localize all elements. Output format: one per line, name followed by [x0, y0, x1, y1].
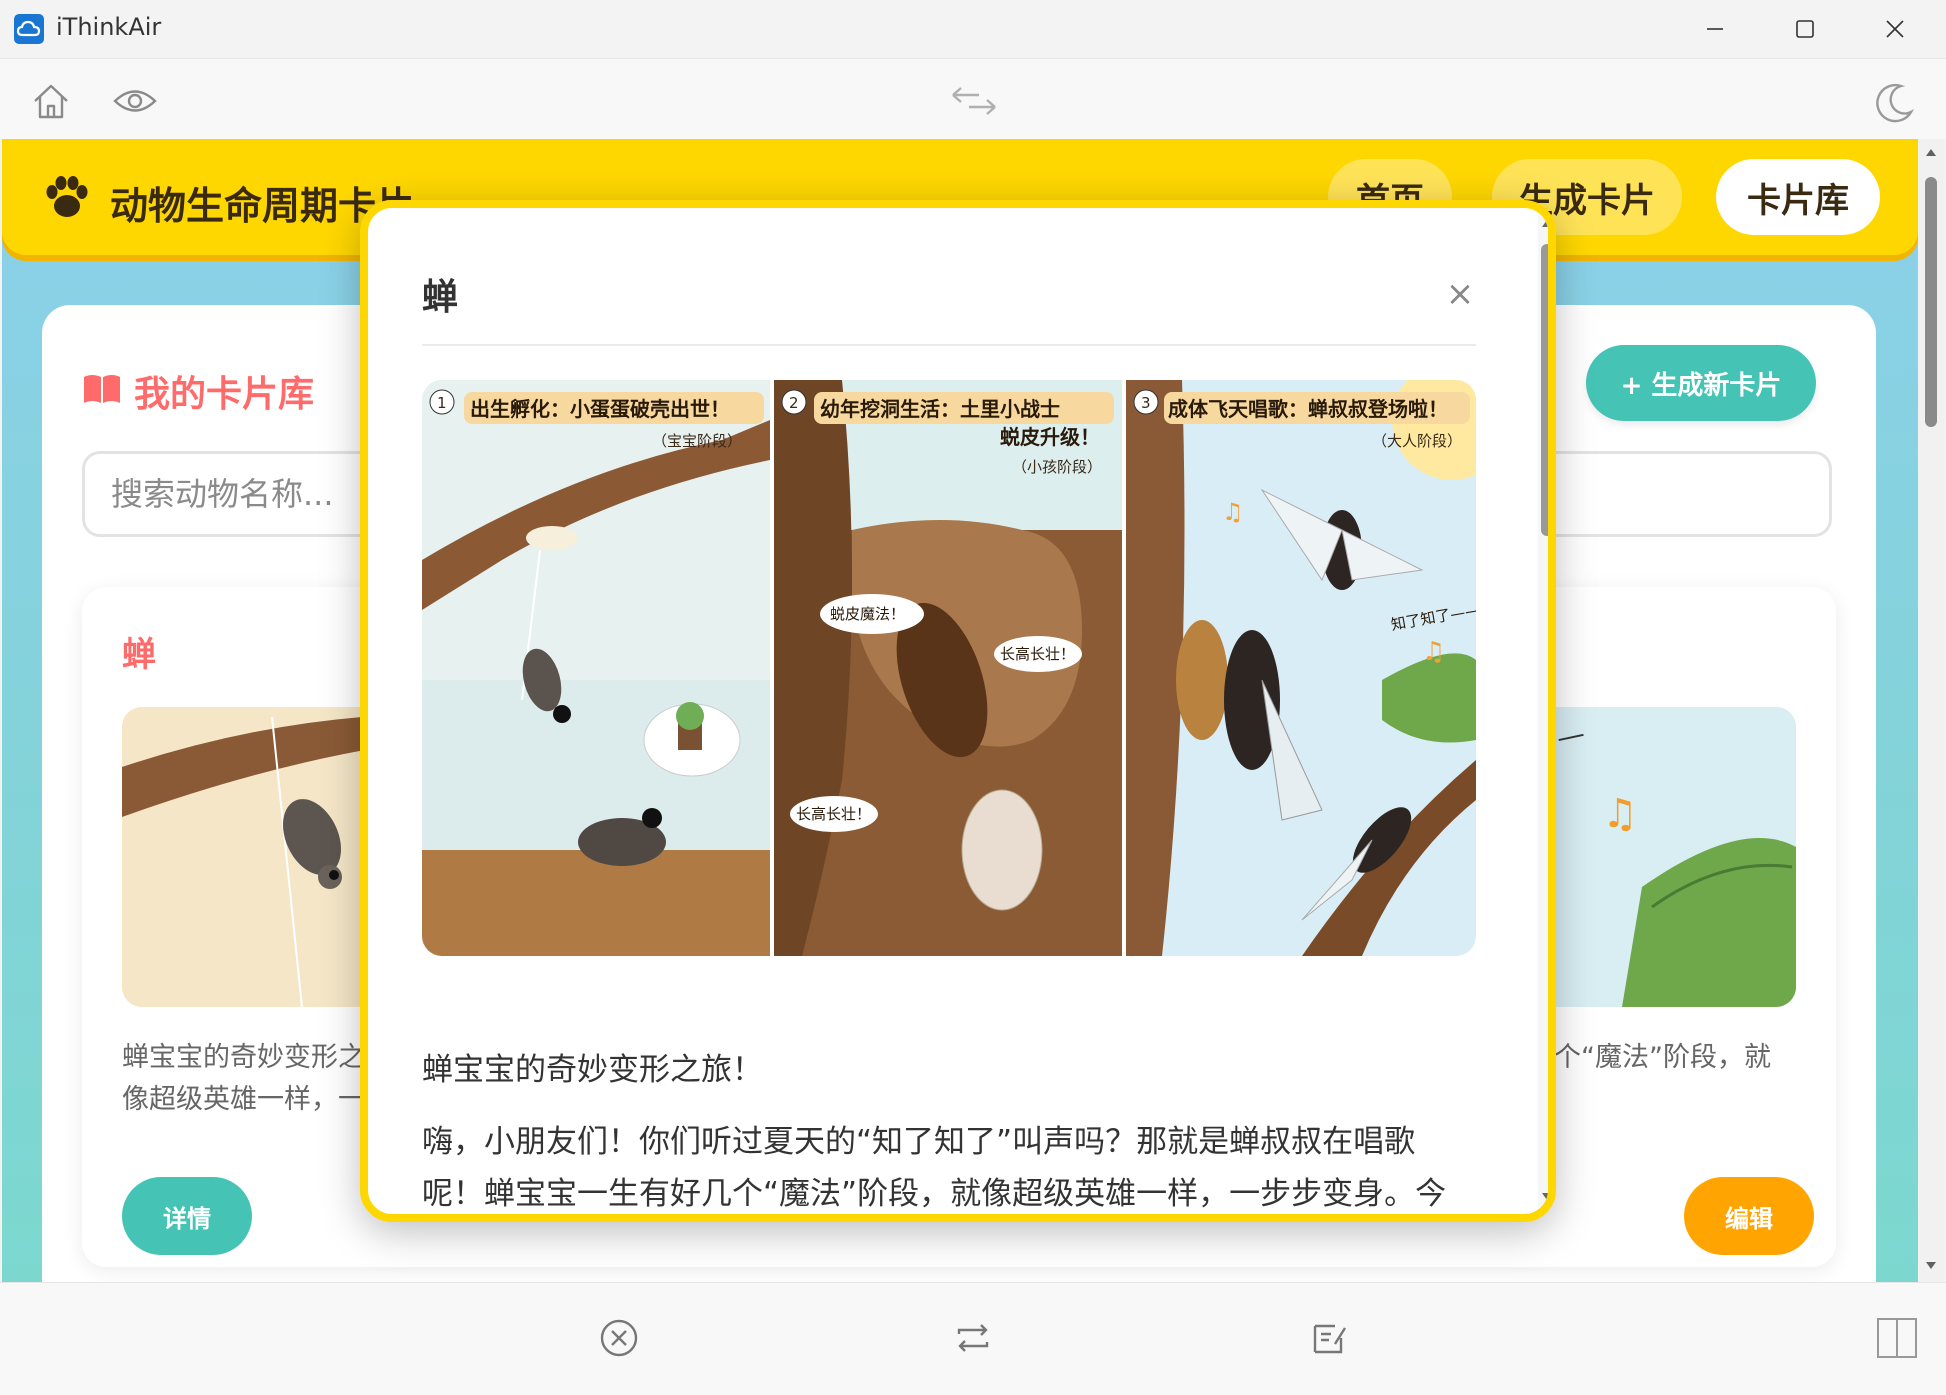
panel2-bubble1: 蜕皮魔法！ — [830, 605, 905, 623]
panel2-caption-line2: 蜕皮升级！ — [1000, 425, 1100, 449]
detail-button[interactable]: 详情 — [122, 1177, 252, 1255]
repeat-icon[interactable] — [948, 1313, 998, 1363]
close-window-icon[interactable] — [1850, 0, 1940, 58]
minimize-icon[interactable] — [1670, 0, 1760, 58]
animal-card-title: 蝉 — [122, 635, 156, 675]
modal-scroll-up-icon — [1542, 220, 1548, 227]
scroll-up-icon — [1926, 149, 1936, 156]
card-detail-modal: 蝉 × 1 出生孵化：小蛋蛋破壳出世！ （宝宝阶段） 蜕皮魔法！ 长高长壮！ 长… — [360, 200, 1556, 1222]
svg-text:♫: ♫ — [1602, 791, 1638, 837]
modal-divider — [422, 344, 1476, 346]
library-heading: 我的卡片库 — [82, 365, 314, 417]
modal-title: 蝉 — [422, 277, 459, 318]
library-title: 我的卡片库 — [134, 374, 315, 415]
panel1-caption: 出生孵化：小蛋蛋破壳出世！ — [470, 397, 730, 421]
nav-library-button[interactable]: 卡片库 — [1716, 159, 1880, 235]
split-view-icon[interactable] — [1872, 1313, 1922, 1363]
maximize-icon[interactable] — [1760, 0, 1850, 58]
book-icon — [82, 373, 122, 409]
panel2-bubble2: 长高长壮！ — [1000, 645, 1075, 663]
paw-icon — [42, 172, 92, 222]
panel3-stage: （大人阶段） — [1372, 432, 1462, 450]
panel2-bubble3: 长高长壮！ — [796, 805, 871, 823]
scroll-down-icon — [1926, 1262, 1936, 1269]
edit-note-icon[interactable] — [1304, 1313, 1354, 1363]
new-card-button[interactable]: + 生成新卡片 — [1586, 345, 1816, 421]
page-scrollbar[interactable] — [1918, 139, 1944, 1282]
cloud-app-icon — [14, 14, 44, 44]
panel2-stage: （小孩阶段） — [1012, 458, 1102, 476]
window-titlebar: iThinkAir — [0, 0, 1946, 59]
modal-scroll-down-icon — [1542, 1193, 1548, 1200]
panel3-caption: 成体飞天唱歌：蝉叔叔登场啦！ — [1168, 397, 1448, 421]
moon-icon[interactable] — [1870, 81, 1918, 125]
window-title: iThinkAir — [56, 13, 162, 41]
eye-icon[interactable] — [110, 79, 160, 123]
swap-icon[interactable] — [946, 81, 1002, 121]
panel1-stage: （宝宝阶段） — [652, 432, 742, 450]
modal-close-icon[interactable]: × — [1440, 274, 1480, 314]
modal-body-text: 嗨，小朋友们！你们听过夏天的“知了知了”叫声吗？那就是蝉叔叔在唱歌呢！蝉宝宝一生… — [422, 1124, 1447, 1212]
lifecycle-comic-image: 1 出生孵化：小蛋蛋破壳出世！ （宝宝阶段） 蜕皮魔法！ 长高长壮！ 长高长壮！… — [422, 380, 1476, 956]
panel1-number: 1 — [437, 394, 447, 412]
panel2-caption-line1: 幼年挖洞生活：土里小战士 — [820, 397, 1060, 421]
close-circle-icon[interactable] — [594, 1313, 644, 1363]
svg-text:♫: ♫ — [1222, 498, 1244, 526]
home-icon[interactable] — [26, 79, 76, 123]
bottom-toolbar — [0, 1282, 1946, 1395]
edit-button[interactable]: 编辑 — [1684, 1177, 1814, 1255]
panel2-number: 2 — [789, 394, 799, 412]
modal-scrollbar[interactable] — [1538, 208, 1548, 1214]
modal-scrollbar-thumb[interactable] — [1541, 244, 1548, 536]
page-scrollbar-thumb[interactable] — [1925, 177, 1937, 427]
panel3-number: 3 — [1141, 394, 1151, 412]
browser-toolbar — [0, 59, 1946, 139]
modal-subtitle: 蝉宝宝的奇妙变形之旅！ — [422, 1052, 763, 1088]
svg-text:♫: ♫ — [1422, 637, 1445, 667]
